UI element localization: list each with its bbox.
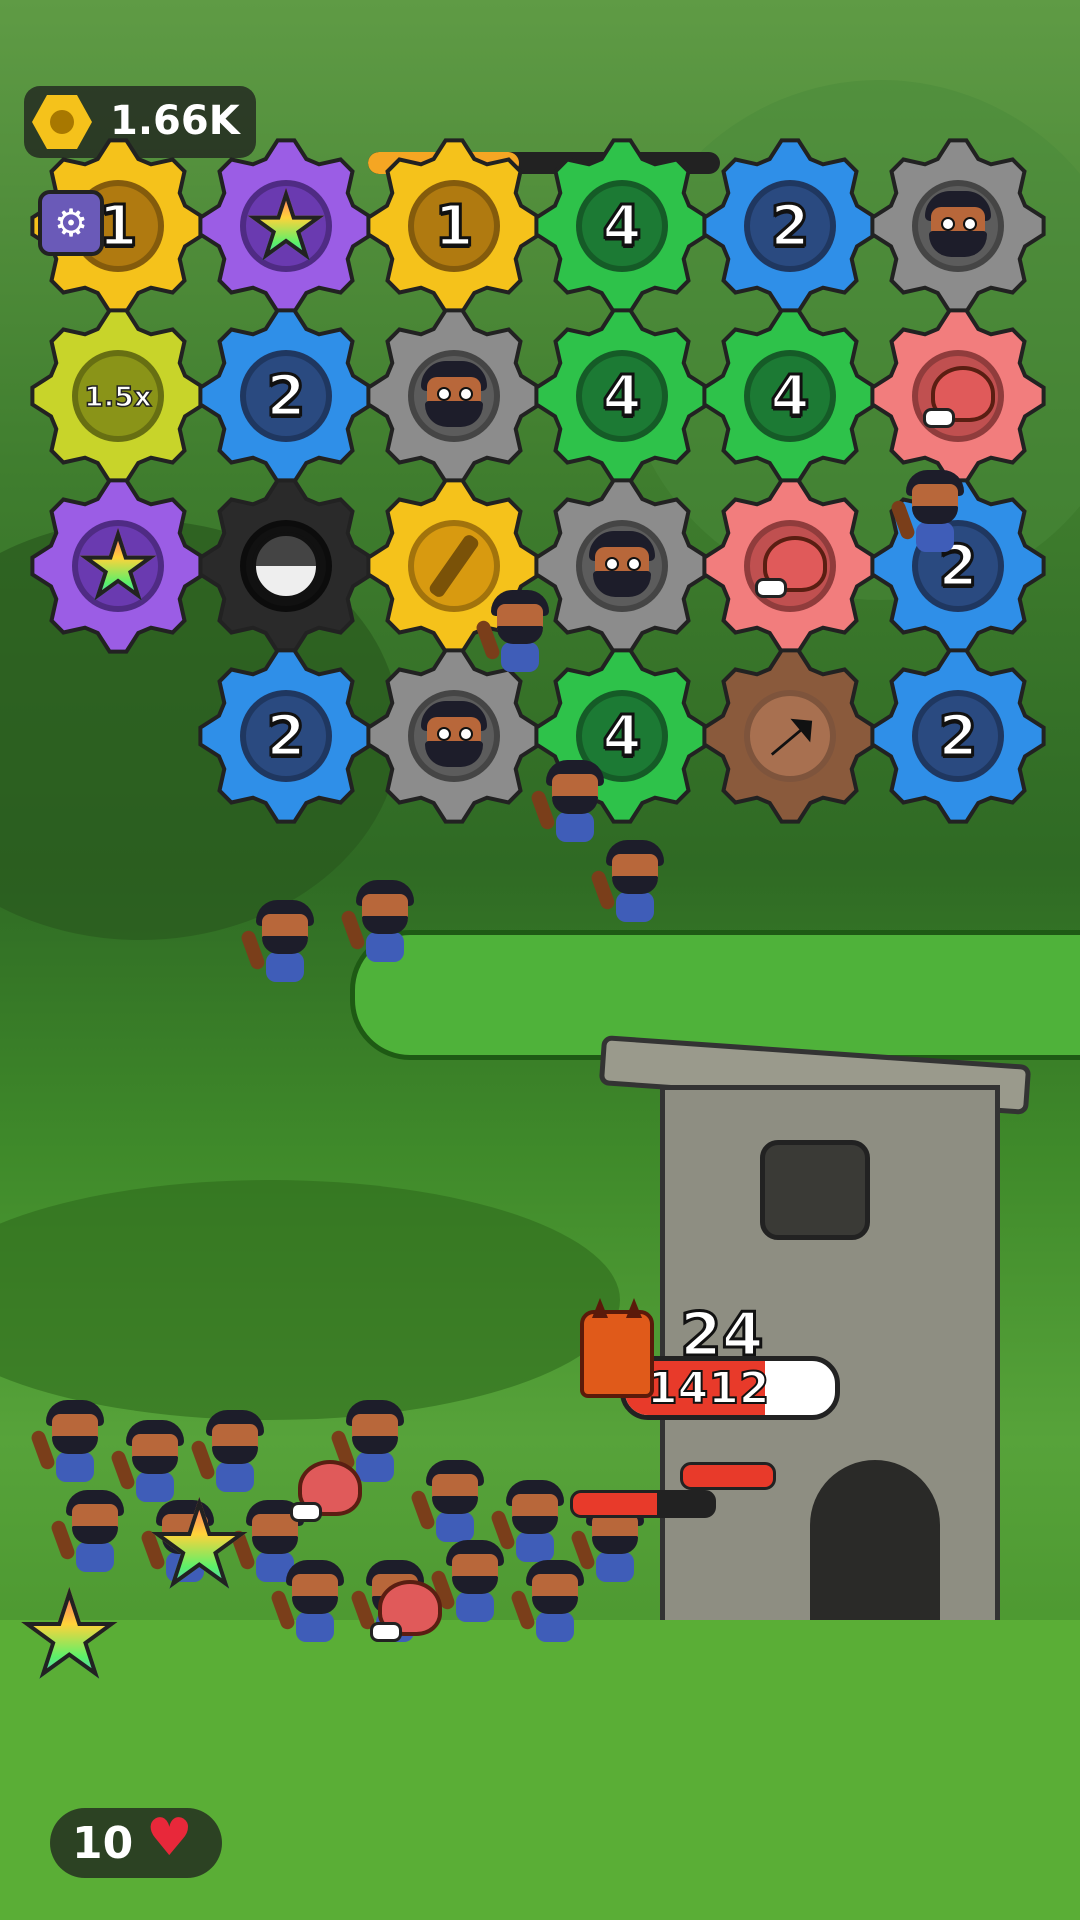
caveman-unit (474, 590, 555, 674)
gear-number: 4 (601, 362, 643, 430)
gear-tile-arrow[interactable]: ➝ (702, 648, 878, 824)
caveman-face-icon (417, 361, 491, 431)
gear-number: 2 (937, 702, 979, 770)
boss-hp-value: 1412 (646, 1362, 770, 1415)
gear-center (408, 350, 500, 442)
lives-count: 10 (72, 1818, 134, 1869)
gear-tile-number[interactable]: 4 (534, 138, 710, 314)
gear-center (408, 690, 500, 782)
meat-icon (370, 1580, 442, 1642)
gear-tile-number[interactable]: 4 (702, 308, 878, 484)
gear-center (912, 180, 1004, 272)
caveman-face-icon (417, 701, 491, 771)
coin-slot-icon (427, 532, 481, 600)
gear-tile-multiplier[interactable]: 1.5x (30, 308, 206, 484)
gear-tile-caveman[interactable] (366, 648, 542, 824)
bomb-icon (252, 532, 320, 600)
caveman-unit (239, 900, 320, 984)
gear-center: ★ (72, 520, 164, 612)
caveman-unit (29, 1400, 110, 1484)
bg-grass (0, 1180, 620, 1420)
gear-center (744, 520, 836, 612)
gear-tile-bomb[interactable] (198, 478, 374, 654)
hut-window (760, 1140, 870, 1240)
gear-center: 1.5x (72, 350, 164, 442)
caveman-unit (429, 1540, 510, 1624)
gear-number: 4 (601, 702, 643, 770)
heart-icon: ♥ (146, 1808, 193, 1868)
gear-center: ➝ (740, 684, 840, 787)
meat-icon (755, 536, 827, 598)
gear-tile-number[interactable]: 2 (198, 308, 374, 484)
enemy-hp-bar (680, 1462, 776, 1490)
caveman-unit (589, 840, 670, 924)
lives-counter: 10 ♥ (50, 1808, 222, 1878)
caveman-unit (509, 1560, 590, 1644)
hut-door (810, 1460, 940, 1620)
gear-center (912, 350, 1004, 442)
caveman-face-icon (921, 191, 995, 261)
gear-number: 2 (769, 192, 811, 260)
gear-center: 2 (744, 180, 836, 272)
caveman-unit (489, 1480, 570, 1564)
caveman-unit (49, 1490, 130, 1574)
gear-tile-number[interactable]: 4 (534, 308, 710, 484)
gear-tile-caveman[interactable] (534, 478, 710, 654)
gear-number: 2 (265, 702, 307, 770)
gear-center: 2 (912, 690, 1004, 782)
gear-tile-caveman[interactable] (870, 138, 1046, 314)
gear-board[interactable]: 1 ★ 1 4 2 1.5x 2 4 4 ★ 2 2 4 ➝ 2 (0, 0, 1080, 860)
gear-center: 2 (240, 350, 332, 442)
meat-icon (923, 366, 995, 428)
caveman-face-icon (585, 531, 659, 601)
gear-tile-number[interactable]: 2 (702, 138, 878, 314)
gear-number: 2 (265, 362, 307, 430)
gear-center (240, 520, 332, 612)
gear-tile-star[interactable]: ★ (198, 138, 374, 314)
gear-center: ★ (240, 180, 332, 272)
gear-center: 1 (408, 180, 500, 272)
gear-tile-number[interactable]: 2 (870, 648, 1046, 824)
enemy-hp-bar (570, 1490, 716, 1518)
meat-icon (290, 1460, 362, 1522)
gear-center: 4 (576, 350, 668, 442)
gear-tile-number[interactable]: 1 (366, 138, 542, 314)
demon-boss-icon (580, 1298, 654, 1398)
gear-tile-star[interactable]: ★ (30, 478, 206, 654)
caveman-unit (889, 470, 970, 554)
gear-center: 4 (576, 180, 668, 272)
gear-center: 2 (240, 690, 332, 782)
rainbow-star-icon: ★ (148, 1481, 251, 1609)
rainbow-star-icon: ★ (18, 1571, 121, 1699)
settings-button[interactable]: ⚙ (38, 190, 104, 256)
gear-number: 4 (769, 362, 811, 430)
gear-tile-number[interactable]: 2 (198, 648, 374, 824)
gear-tile-meat[interactable] (870, 308, 1046, 484)
caveman-unit (409, 1460, 490, 1544)
multiplier-label: 1.5x (83, 379, 152, 414)
rainbow-star-icon: ★ (246, 177, 325, 275)
gear-tile-caveman[interactable] (366, 308, 542, 484)
gear-center: 4 (744, 350, 836, 442)
caveman-unit (339, 880, 420, 964)
gear-icon: ⚙ (53, 201, 89, 245)
gear-number: 4 (601, 192, 643, 260)
gear-number: 1 (97, 192, 139, 260)
gear-tile-meat[interactable] (702, 478, 878, 654)
gear-number: 1 (433, 192, 475, 260)
caveman-unit (529, 760, 610, 844)
rainbow-star-icon: ★ (78, 517, 157, 615)
caveman-unit (269, 1560, 350, 1644)
gear-center (576, 520, 668, 612)
mossy-ledge (350, 930, 1080, 1060)
